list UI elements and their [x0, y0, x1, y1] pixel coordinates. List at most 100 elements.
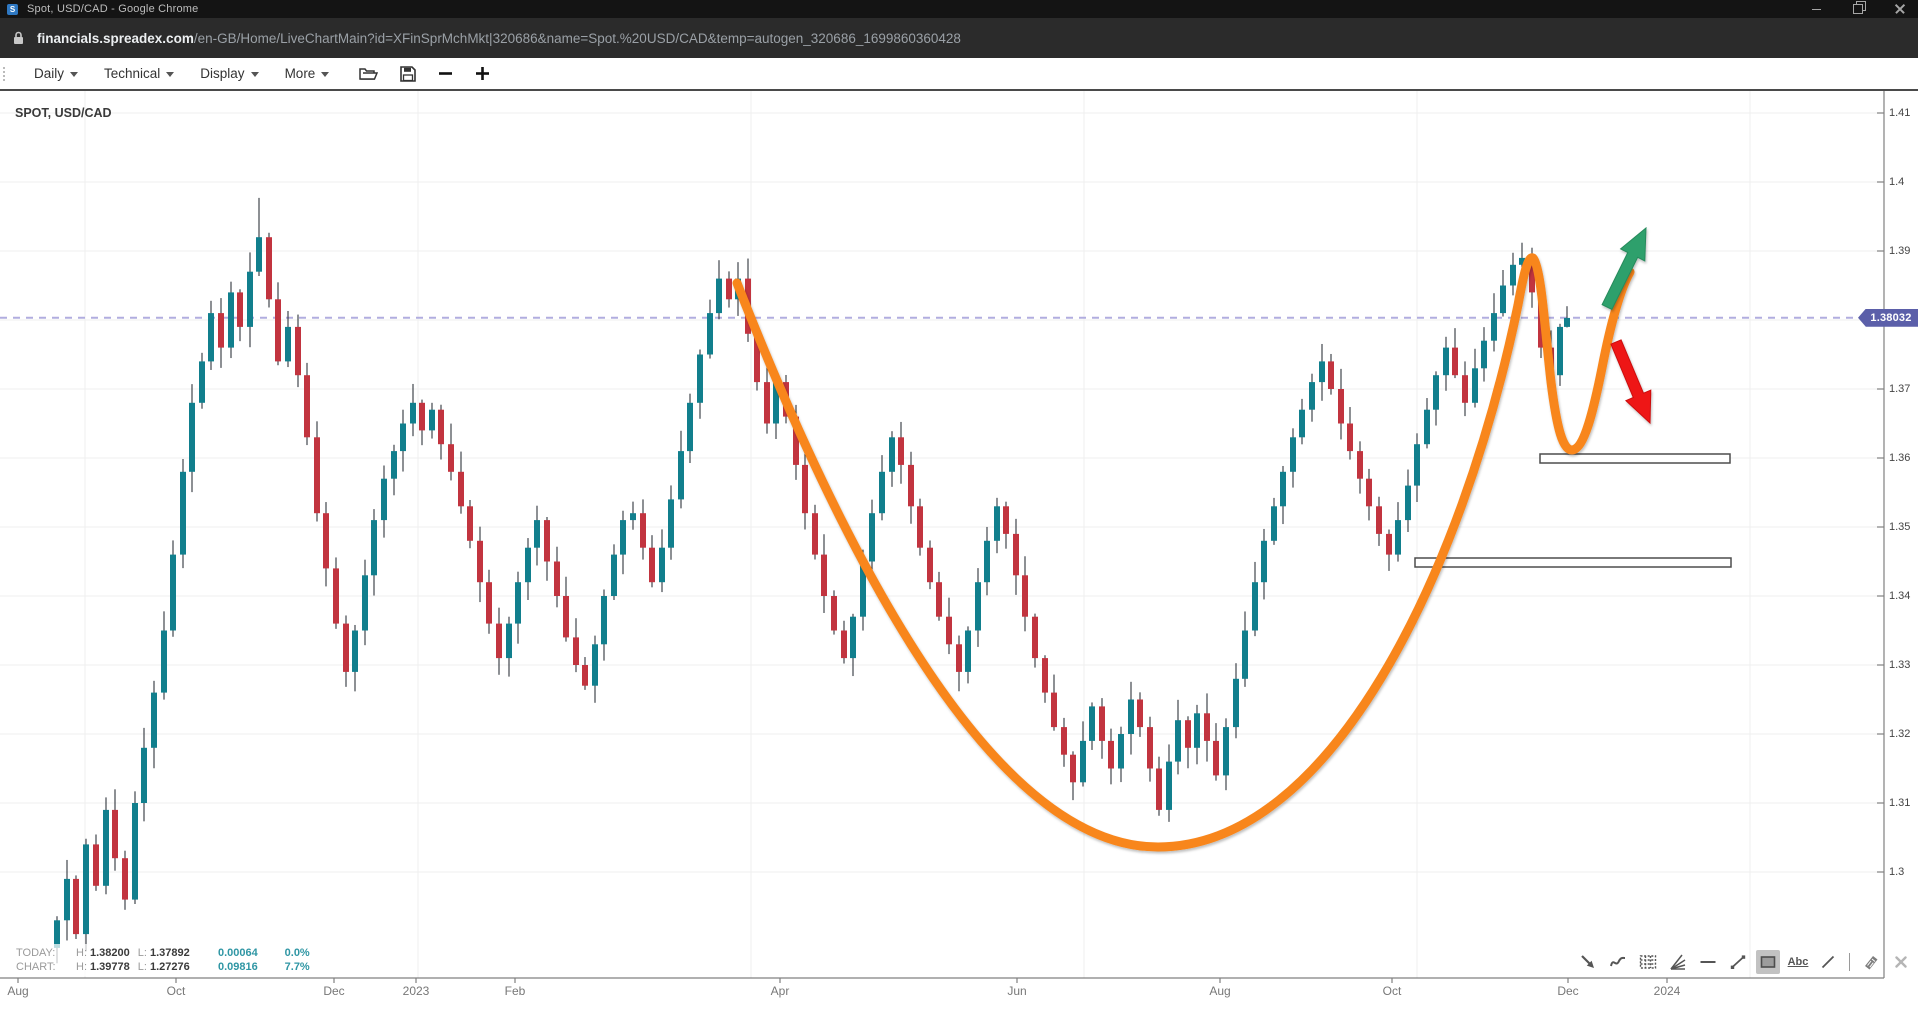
y-axis-label: 1.39 — [1889, 245, 1918, 257]
menu-label: Technical — [104, 66, 160, 81]
down-scenario-arrow[interactable] — [1611, 340, 1651, 423]
candle-body — [1510, 265, 1516, 286]
rectangle-tool-button[interactable] — [1756, 950, 1780, 974]
candle-body — [1405, 486, 1411, 520]
candle-body — [304, 375, 310, 437]
candle-body — [333, 568, 339, 623]
candle-body — [640, 513, 646, 548]
url-host: financials.spreadex.com — [37, 31, 194, 46]
diagonal-line-tool-button[interactable] — [1816, 950, 1840, 974]
window-titlebar: S Spot, USD/CAD - Google Chrome — [0, 0, 1918, 18]
candle-body — [458, 472, 464, 507]
high-label: H: — [76, 961, 87, 973]
menu-technical[interactable]: Technical — [104, 66, 174, 81]
close-button[interactable] — [1894, 3, 1906, 15]
change-percent: 7.7% — [276, 961, 310, 973]
candle-body — [984, 541, 990, 582]
candle-body — [1252, 582, 1258, 630]
fan-lines-tool-button[interactable] — [1666, 950, 1690, 974]
candle-body — [812, 513, 818, 554]
trend-line-tool-button[interactable] — [1726, 950, 1750, 974]
candle-body — [1156, 769, 1162, 810]
candle-body — [1366, 479, 1372, 507]
zoom-in-button[interactable] — [475, 66, 490, 81]
candle-body — [850, 617, 856, 658]
menu-daily[interactable]: Daily — [34, 66, 78, 81]
candle-body — [975, 582, 981, 630]
delete-tool-button[interactable] — [1889, 950, 1913, 974]
candle-body — [525, 548, 531, 583]
text-tool-button[interactable]: Abc — [1786, 950, 1810, 974]
low-label: L: — [138, 961, 147, 973]
horizontal-line-tool-button[interactable] — [1696, 950, 1720, 974]
candle-body — [467, 506, 473, 541]
zoom-in-icon — [475, 66, 490, 81]
candle-body — [1261, 541, 1267, 582]
stats-row: CHART:H:1.39778L:1.272760.098167.7% — [16, 960, 310, 974]
y-axis-label: 1.35 — [1889, 521, 1918, 533]
candle-body — [582, 665, 588, 686]
zoom-out-button[interactable] — [438, 66, 453, 81]
price-chart[interactable] — [0, 0, 1918, 1012]
marker-tool-icon — [1861, 952, 1881, 972]
candle-body — [1108, 741, 1114, 769]
menu-display[interactable]: Display — [200, 66, 258, 81]
stats-row-label: TODAY: — [16, 947, 68, 959]
candle-body — [295, 327, 301, 375]
y-axis-label: 1.33 — [1889, 659, 1918, 671]
candle-body — [1185, 720, 1191, 748]
candle-body — [1491, 313, 1497, 341]
candle-body — [707, 313, 713, 354]
support-zone-rectangle[interactable] — [1415, 558, 1731, 567]
restore-icon — [1853, 4, 1863, 14]
candle-body — [620, 520, 626, 555]
candle-body — [908, 465, 914, 506]
candle-body — [716, 279, 722, 314]
minimize-button[interactable] — [1810, 3, 1822, 15]
curve-tool-button[interactable] — [1606, 950, 1630, 974]
candle-body — [381, 479, 387, 520]
candle-body — [1089, 706, 1095, 741]
candle-body — [697, 355, 703, 403]
drawing-toolbar: Abc — [1576, 950, 1913, 974]
change-value: 0.00064 — [206, 947, 258, 959]
support-zone-rectangle[interactable] — [1540, 454, 1730, 463]
close-icon — [1895, 4, 1905, 14]
horizontal-line-tool-icon — [1698, 952, 1718, 972]
candle-body — [1452, 348, 1458, 376]
candle-body — [64, 879, 70, 920]
address-bar[interactable]: financials.spreadex.com/en-GB/Home/LiveC… — [0, 18, 1918, 58]
menu-more[interactable]: More — [285, 66, 330, 81]
grid-tool-icon — [1638, 952, 1658, 972]
candle-body — [573, 637, 579, 665]
toolbar-separator — [1849, 953, 1850, 971]
spreadex-favicon: S — [7, 4, 18, 15]
candle-body — [1347, 424, 1353, 452]
pointer-arrow-button[interactable] — [1576, 950, 1600, 974]
candle-body — [1564, 318, 1570, 327]
candle-body — [1013, 534, 1019, 575]
minimize-icon — [1812, 9, 1821, 10]
marker-tool-button[interactable] — [1859, 950, 1883, 974]
restore-button[interactable] — [1852, 3, 1864, 15]
chevron-down-icon — [166, 72, 174, 77]
candle-body — [180, 472, 186, 555]
candle-body — [879, 472, 885, 513]
candle-body — [1194, 713, 1200, 748]
save-button[interactable] — [400, 66, 416, 82]
candle-body — [1376, 506, 1382, 534]
grid-tool-button[interactable] — [1636, 950, 1660, 974]
browser-window: S Spot, USD/CAD - Google Chrome financia… — [0, 0, 1918, 1012]
candle-body — [400, 424, 406, 452]
axes — [0, 91, 1884, 983]
open-folder-button[interactable] — [359, 66, 378, 81]
gridlines — [0, 91, 1884, 978]
high-value: 1.39778 — [90, 961, 130, 973]
chevron-down-icon — [321, 72, 329, 77]
candle-body — [668, 499, 674, 547]
low-value: 1.27276 — [150, 961, 190, 973]
candle-body — [141, 748, 147, 803]
low-value: 1.37892 — [150, 947, 190, 959]
y-axis-label: 1.4 — [1889, 176, 1918, 188]
url-text[interactable]: financials.spreadex.com/en-GB/Home/LiveC… — [37, 31, 961, 46]
